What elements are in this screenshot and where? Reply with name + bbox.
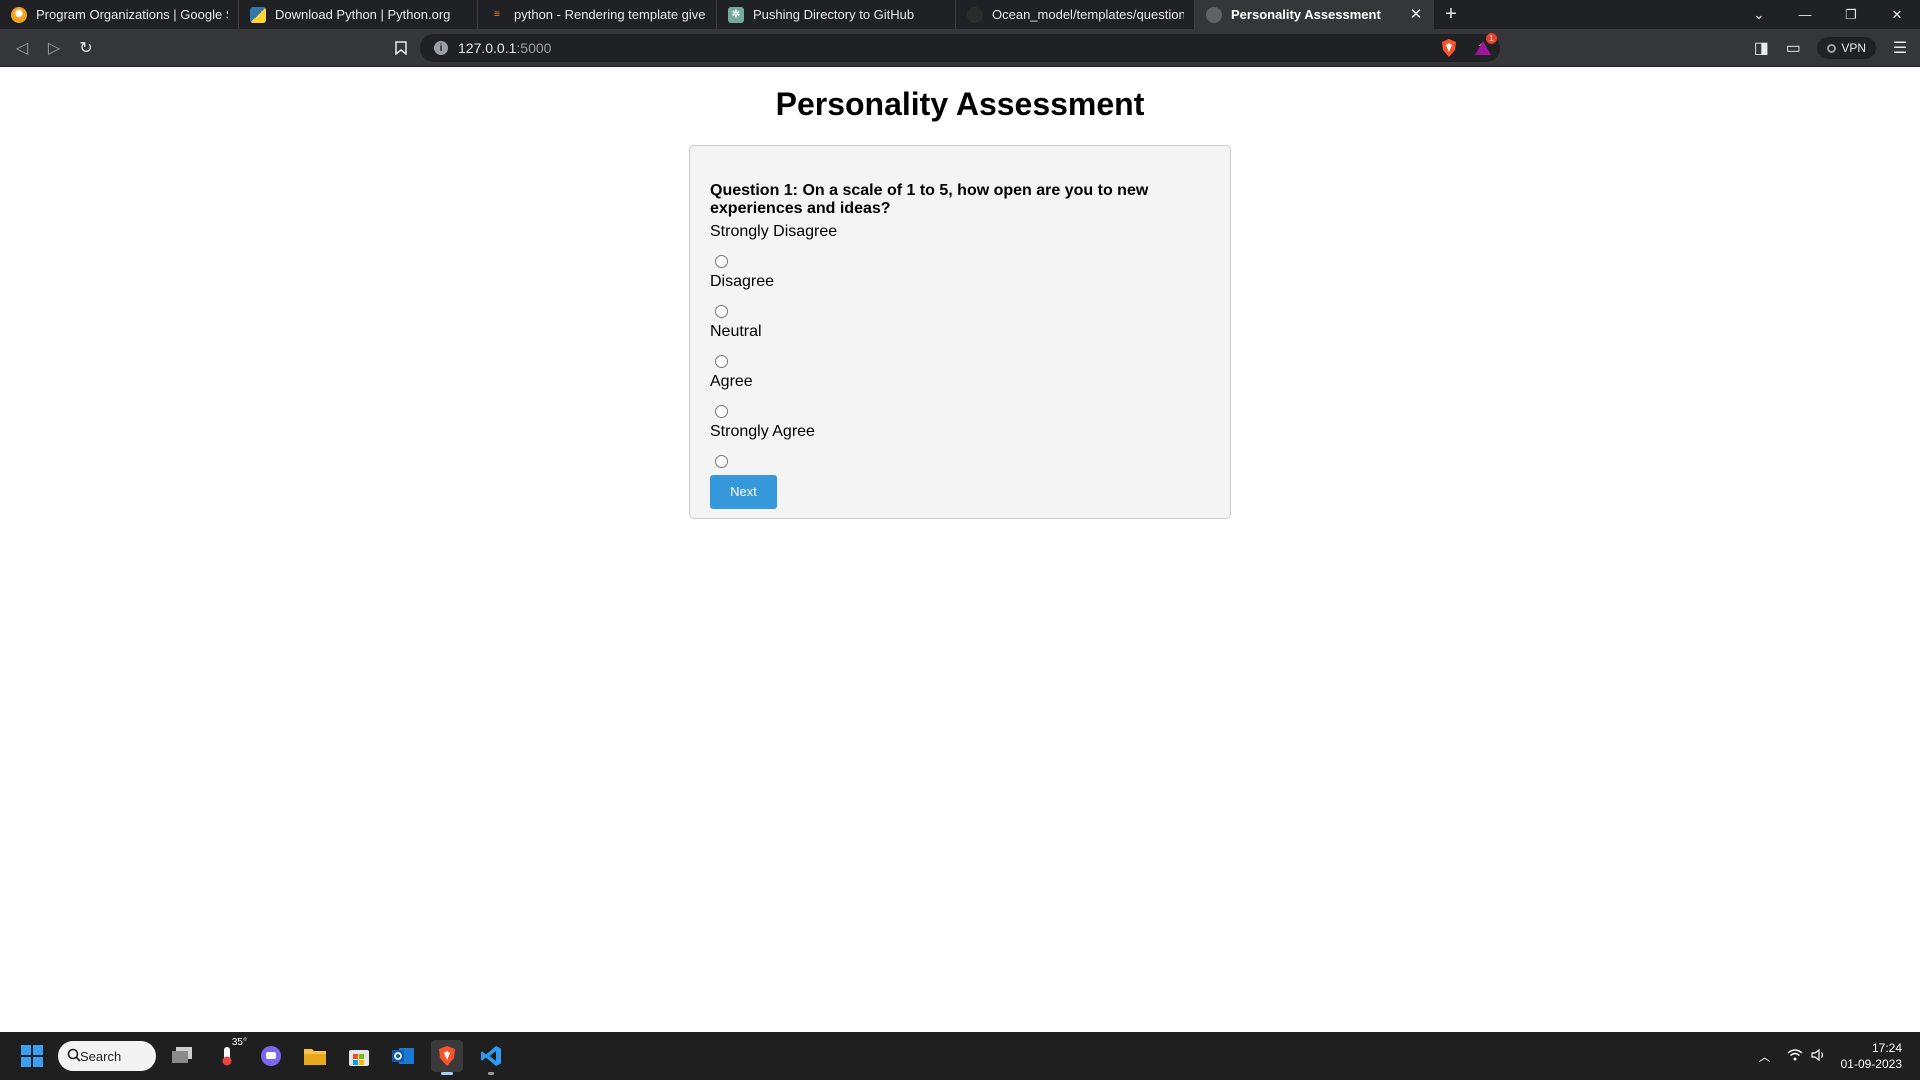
search-label: Search (80, 1048, 122, 1064)
python-icon (250, 6, 266, 23)
browser-tab[interactable]: Ocean_model/templates/questions.htm (956, 0, 1195, 29)
radio-agree[interactable] (715, 405, 728, 418)
question-text: Question 1: On a scale of 1 to 5, how op… (710, 182, 1149, 217)
restore-icon[interactable]: ❐ (1828, 0, 1874, 29)
rewards-badge: 1 (1486, 33, 1497, 44)
radio-strongly-agree[interactable] (715, 455, 728, 468)
page-title: Personality Assessment (775, 86, 1145, 122)
clock-date: 01-09-2023 (1840, 1057, 1902, 1071)
vpn-label: VPN (1841, 41, 1866, 55)
tab-title: Ocean_model/templates/questions.htm (992, 7, 1184, 22)
brave-rewards-icon[interactable]: 1 (1472, 33, 1497, 59)
search-icon (67, 1048, 81, 1065)
url-text: 127.0.0.1:5000 (458, 40, 551, 56)
minimize-icon[interactable]: — (1782, 0, 1828, 29)
window-controls: ⌄ — ❐ ✕ (1736, 0, 1920, 29)
forward-icon[interactable]: ▷ (38, 34, 70, 62)
option-label-neutral: Neutral (710, 323, 762, 340)
reload-icon[interactable]: ↻ (70, 34, 102, 62)
taskbar-search[interactable]: Search (58, 1041, 156, 1071)
option-label-strongly-disagree: Strongly Disagree (710, 223, 838, 240)
brave-shields-icon[interactable] (1438, 37, 1460, 59)
page-viewport: Personality Assessment Question 1: On a … (0, 67, 1920, 1032)
github-icon (967, 6, 983, 23)
tab-search-chevron-icon[interactable]: ⌄ (1736, 0, 1782, 29)
back-icon[interactable]: ◁ (6, 34, 38, 62)
radio-strongly-disagree[interactable] (715, 255, 728, 268)
browser-tab[interactable]: ≡ python - Rendering template gives "jin (478, 0, 717, 29)
task-view-icon[interactable] (167, 1040, 199, 1072)
active-app-indicator (441, 1072, 453, 1075)
browser-tab-active[interactable]: Personality Assessment ✕ (1195, 0, 1434, 29)
globe-icon (1206, 6, 1222, 23)
question-card: Question 1: On a scale of 1 to 5, how op… (689, 145, 1231, 519)
tab-title: Program Organizations | Google Summ (36, 7, 228, 22)
vpn-status-icon (1827, 43, 1837, 53)
weather-icon[interactable]: 35° (211, 1037, 247, 1072)
show-hidden-icons-chevron-icon[interactable]: ︿ (1759, 1048, 1771, 1065)
address-bar[interactable]: i 127.0.0.1:5000 ⇪ (420, 34, 1500, 62)
clock-time: 17:24 (1871, 1041, 1902, 1055)
google-summer-of-code-icon: ✺ (11, 6, 27, 23)
browser-tab-strip: ✺ Program Organizations | Google Summ Do… (0, 0, 1920, 29)
url-host: 127.0.0.1 (458, 40, 517, 56)
vscode-icon[interactable] (475, 1040, 507, 1075)
wifi-icon[interactable] (1787, 1048, 1803, 1064)
toolbar-right: ◨ ▭ VPN ☰ (1745, 34, 1920, 62)
tab-title: python - Rendering template gives "jin (514, 7, 706, 22)
windows-start-icon[interactable] (16, 1040, 48, 1072)
weather-temp: 35° (231, 1037, 247, 1048)
teams-chat-icon[interactable] (255, 1040, 287, 1072)
outlook-icon[interactable] (387, 1040, 419, 1072)
tab-title: Personality Assessment (1231, 7, 1381, 22)
vpn-button[interactable]: VPN (1817, 37, 1876, 59)
tab-title: Download Python | Python.org (275, 7, 451, 22)
chatgpt-icon: ✲ (728, 6, 744, 23)
browser-tab[interactable]: Download Python | Python.org (239, 0, 478, 29)
browser-toolbar: ◁ ▷ ↻ i 127.0.0.1:5000 ⇪ 1 ◨ ▭ VPN ☰ (0, 29, 1920, 67)
volume-icon[interactable] (1811, 1048, 1827, 1064)
close-tab-icon[interactable]: ✕ (1408, 6, 1424, 23)
browser-tab[interactable]: ✲ Pushing Directory to GitHub (717, 0, 956, 29)
windows-taskbar: Search 35° ︿ 17:24 01-09-2023 (0, 1032, 1920, 1080)
microsoft-store-icon[interactable] (343, 1040, 375, 1072)
menu-icon[interactable]: ☰ (1884, 34, 1916, 62)
stackoverflow-icon: ≡ (494, 9, 500, 20)
open-app-indicator (488, 1072, 494, 1075)
site-info-icon[interactable]: i (434, 41, 448, 55)
browser-tab[interactable]: ✺ Program Organizations | Google Summ (0, 0, 239, 29)
option-label-agree: Agree (710, 373, 753, 390)
bookmark-icon[interactable] (385, 34, 417, 62)
option-label-disagree: Disagree (710, 273, 775, 290)
next-button[interactable]: Next (710, 475, 777, 509)
radio-disagree[interactable] (715, 305, 728, 318)
new-tab-icon[interactable]: + (1434, 0, 1468, 29)
file-explorer-icon[interactable] (299, 1040, 331, 1072)
close-window-icon[interactable]: ✕ (1874, 0, 1920, 29)
clock[interactable]: 17:24 01-09-2023 (1841, 1040, 1902, 1072)
url-port: :5000 (516, 40, 552, 56)
brave-browser-icon[interactable] (431, 1040, 463, 1075)
radio-neutral[interactable] (715, 355, 728, 368)
tab-title: Pushing Directory to GitHub (753, 7, 915, 22)
system-tray: ︿ 17:24 01-09-2023 (1759, 1032, 1920, 1080)
sidebar-icon[interactable]: ◨ (1745, 34, 1777, 62)
wallet-icon[interactable]: ▭ (1777, 34, 1809, 62)
option-label-strongly-agree: Strongly Agree (710, 423, 815, 440)
